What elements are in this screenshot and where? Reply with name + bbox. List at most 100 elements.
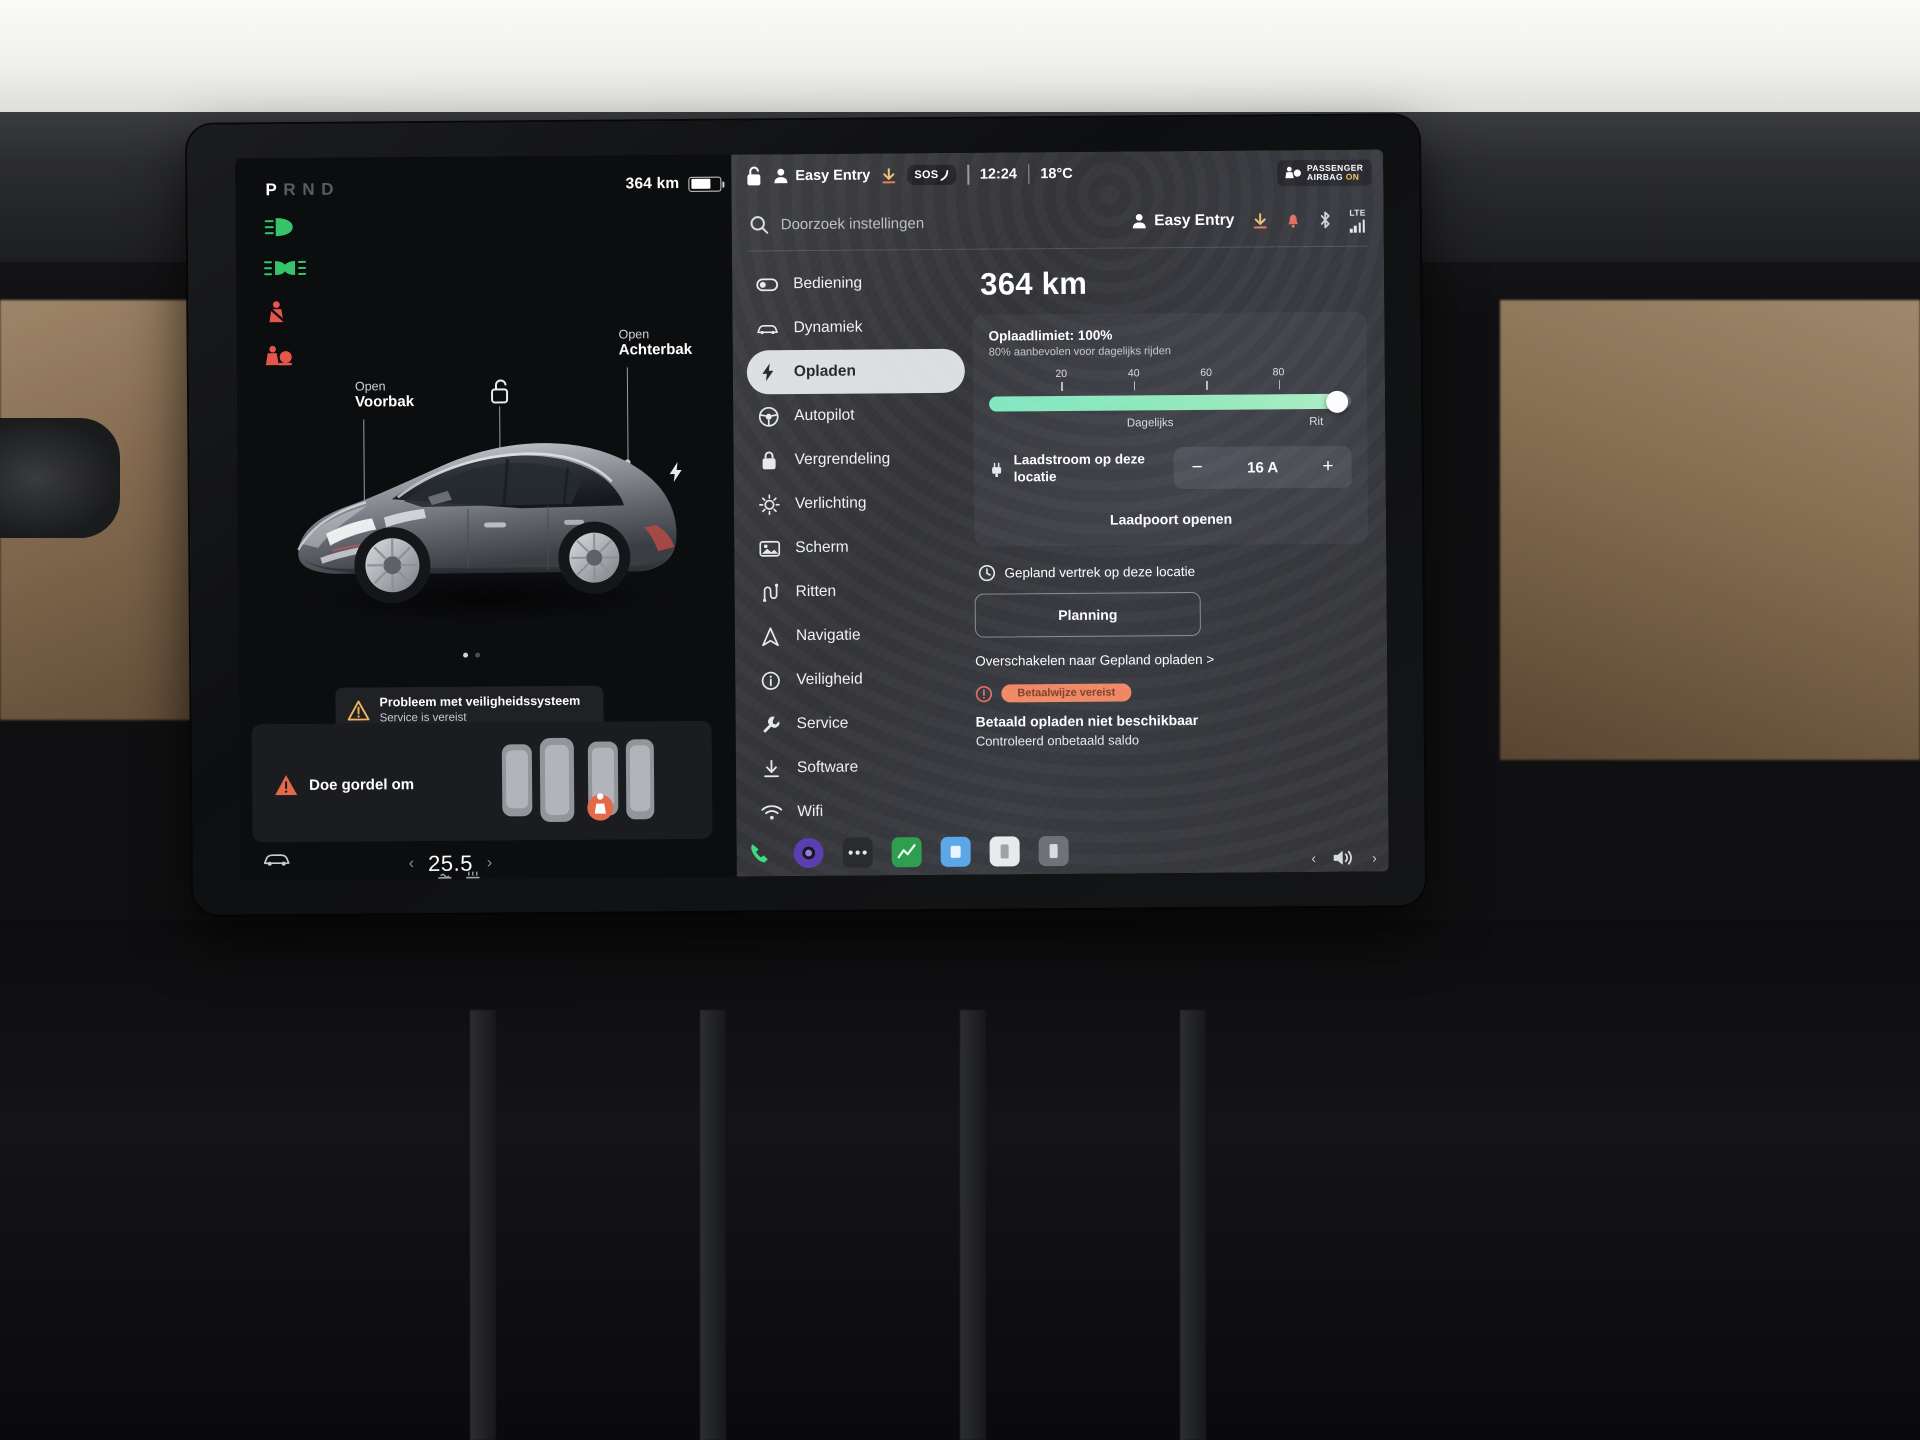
charge-limit-slider-knob[interactable] bbox=[1325, 390, 1348, 413]
planning-button[interactable]: Planning bbox=[974, 591, 1201, 638]
steering-wheel-icon bbox=[757, 406, 779, 427]
console-strut-mid bbox=[700, 1010, 726, 1440]
defrost-icon bbox=[466, 871, 480, 879]
settings-menu[interactable]: Bediening Dynamiek Opladen Autopilot Ver… bbox=[732, 253, 969, 877]
settings-search-row[interactable]: Doorzoek instellingen Easy Entry LTE bbox=[732, 193, 1384, 250]
sidebar-item-dynamiek[interactable]: Dynamiek bbox=[746, 305, 964, 351]
charge-limit-slider[interactable] bbox=[989, 390, 1352, 413]
charge-limit-card[interactable]: Oplaadlimiet: 100% 80% aanbevolen voor d… bbox=[972, 311, 1369, 547]
sidebar-item-verlichting[interactable]: Verlichting bbox=[748, 481, 966, 527]
blue-app-icon[interactable] bbox=[940, 836, 971, 867]
payment-warning-subtitle: Controleerd onbetaald saldo bbox=[975, 732, 1140, 749]
sidebar-item-navigatie[interactable]: Navigatie bbox=[749, 613, 967, 659]
sos-label: SOS bbox=[914, 168, 939, 182]
temp-increase-chevron[interactable]: › bbox=[487, 854, 492, 872]
white-app-icon[interactable] bbox=[989, 836, 1020, 867]
clock-icon bbox=[978, 564, 996, 582]
route-icon bbox=[759, 583, 781, 602]
sidebar-label: Service bbox=[796, 714, 849, 733]
sidebar-label: Vergrendeling bbox=[794, 450, 891, 469]
amp-value: 16 A bbox=[1246, 458, 1279, 477]
switch-to-scheduled-link[interactable]: Overschakelen naar Gepland opladen > bbox=[975, 651, 1369, 669]
phone-icon[interactable] bbox=[745, 838, 775, 868]
settings-pane[interactable]: Easy Entry SOS 12:24 18°C PASSENGER AIRB… bbox=[731, 149, 1389, 877]
sidebar-label: Opladen bbox=[793, 362, 856, 381]
low-beam-headlight-icon bbox=[264, 216, 298, 238]
sidebar-item-scherm[interactable]: Scherm bbox=[748, 525, 966, 571]
camera-icon[interactable] bbox=[793, 837, 824, 869]
bluetooth-icon[interactable] bbox=[1318, 211, 1331, 229]
settings-status-bar: Easy Entry SOS 12:24 18°C PASSENGER AIRB… bbox=[731, 149, 1383, 198]
zone-label-daily: Dagelijks bbox=[1126, 417, 1174, 430]
status-temperature[interactable]: 18°C bbox=[1040, 166, 1073, 182]
sidebar-label: Scherm bbox=[795, 538, 849, 557]
more-apps-icon[interactable] bbox=[842, 837, 873, 868]
sidebar-label: Autopilot bbox=[794, 406, 855, 425]
scheduled-departure-row[interactable]: Gepland vertrek op deze locatie bbox=[978, 562, 1368, 582]
zone-label-trip: Rit bbox=[1309, 415, 1324, 429]
charging-detail[interactable]: 364 km Oplaadlimiet: 100% 80% aanbevolen… bbox=[964, 249, 1389, 874]
seatbelt-warning-icon bbox=[264, 300, 290, 326]
settings-header-icons[interactable]: Easy Entry LTE bbox=[1131, 207, 1366, 234]
shield-info-icon bbox=[759, 671, 781, 690]
charge-current-stepper[interactable]: − 16 A + bbox=[1173, 445, 1352, 490]
touchscreen-bezel: P R N D 364 km Open Voorbak Open Achterb… bbox=[186, 115, 1426, 915]
sidebar-item-ritten[interactable]: Ritten bbox=[748, 569, 966, 615]
sidebar-item-bediening[interactable]: Bediening bbox=[746, 261, 964, 307]
seat-occupancy-diagram bbox=[501, 737, 655, 823]
amp-increase-button[interactable]: + bbox=[1322, 456, 1333, 478]
vehicle-3d-render[interactable] bbox=[271, 355, 703, 643]
payment-method-pill[interactable]: Betaalwijze vereist bbox=[1001, 683, 1132, 703]
climate-bar[interactable]: ‹ 25.5 › bbox=[241, 839, 737, 881]
amp-decrease-button[interactable]: − bbox=[1192, 457, 1203, 479]
airbag-state: ON bbox=[1345, 171, 1360, 182]
page-indicator-dots bbox=[463, 652, 481, 658]
vehicle-status-pane[interactable]: P R N D 364 km Open Voorbak Open Achterb… bbox=[235, 154, 737, 881]
gear-letter-d: D bbox=[321, 179, 336, 199]
download-arrow-icon bbox=[760, 759, 782, 778]
signal-icon[interactable]: LTE bbox=[1349, 207, 1366, 233]
status-profile-label: Easy Entry bbox=[795, 167, 871, 185]
display-icon bbox=[758, 540, 780, 557]
settings-content[interactable]: Bediening Dynamiek Opladen Autopilot Ver… bbox=[732, 249, 1389, 876]
bell-icon[interactable] bbox=[1285, 212, 1300, 229]
sidebar-item-veiligheid[interactable]: Veiligheid bbox=[749, 657, 967, 703]
sidebar-item-autopilot[interactable]: Autopilot bbox=[747, 393, 965, 439]
sidebar-label: Software bbox=[796, 758, 859, 777]
status-download-icon[interactable] bbox=[881, 167, 896, 184]
tick-label-20: 20 bbox=[1055, 367, 1068, 381]
gear-letter-n: N bbox=[302, 179, 317, 199]
seatbelt-label-group: Doe gordel om bbox=[274, 773, 414, 796]
header-profile[interactable]: Easy Entry bbox=[1131, 212, 1234, 231]
seat-heater-controls[interactable] bbox=[437, 869, 481, 881]
dash-wood-trim-right bbox=[1500, 300, 1920, 760]
temp-decrease-chevron[interactable]: ‹ bbox=[409, 855, 414, 873]
app-dock[interactable] bbox=[736, 813, 1388, 876]
seatbelt-reminder-card[interactable]: Doe gordel om bbox=[251, 720, 713, 843]
console-strut-left bbox=[470, 1010, 496, 1440]
gear-indicator[interactable]: P R N D bbox=[265, 180, 335, 201]
payment-warning-row[interactable]: Betaalwijze vereist bbox=[975, 682, 1369, 703]
sidebar-item-software[interactable]: Software bbox=[750, 745, 968, 791]
open-charge-port-button[interactable]: Laadpoort openen bbox=[990, 504, 1352, 531]
download-icon[interactable] bbox=[1252, 212, 1267, 229]
console-strut-center bbox=[960, 1010, 986, 1440]
vehicle-controls-icon[interactable] bbox=[263, 851, 291, 872]
tick-label-80: 80 bbox=[1272, 366, 1285, 379]
sidebar-item-opladen[interactable]: Opladen bbox=[746, 348, 966, 395]
search-input[interactable]: Doorzoek instellingen bbox=[750, 212, 1132, 234]
sidebar-item-service[interactable]: Service bbox=[749, 701, 967, 747]
status-profile[interactable]: Easy Entry bbox=[773, 167, 870, 184]
warning-triangle-icon bbox=[347, 700, 370, 721]
seat-heater-icon bbox=[438, 873, 452, 879]
charge-current-label: Laadstroom op deze locatie bbox=[1013, 451, 1145, 485]
charge-current-row[interactable]: Laadstroom op deze locatie − 16 A + bbox=[989, 445, 1352, 491]
safety-alert-title: Probleem met veiligheidssysteem bbox=[379, 693, 581, 710]
tesla-touchscreen[interactable]: P R N D 364 km Open Voorbak Open Achterb… bbox=[235, 149, 1389, 881]
sidebar-item-vergrendeling[interactable]: Vergrendeling bbox=[747, 437, 965, 483]
sos-button[interactable]: SOS bbox=[907, 164, 957, 186]
grey-app-icon[interactable] bbox=[1038, 835, 1069, 867]
payment-warning-title: Betaald opladen niet beschikbaar bbox=[975, 711, 1199, 730]
status-lock-icon[interactable] bbox=[745, 166, 762, 186]
chart-app-icon[interactable] bbox=[891, 837, 922, 868]
